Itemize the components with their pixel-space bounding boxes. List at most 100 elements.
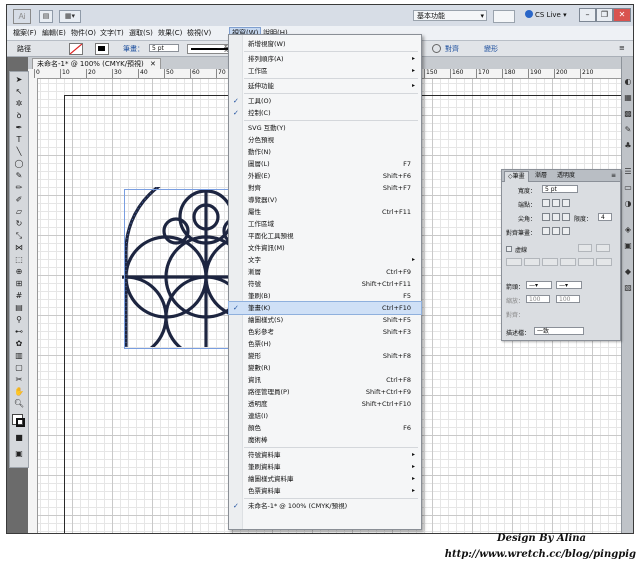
menu-object[interactable]: 物件(O): [69, 28, 98, 38]
blend-tool-icon[interactable]: ⊷: [13, 326, 25, 338]
limit-field[interactable]: 4: [598, 213, 612, 221]
align-outside-icon[interactable]: [562, 227, 570, 235]
window-menu-item[interactable]: 導覽器(V): [229, 194, 421, 206]
window-menu-item[interactable]: 繪圖樣式資料庫 ▸: [229, 473, 421, 485]
window-menu-item[interactable]: 繪圖樣式(S) Shift+F5: [229, 314, 421, 326]
window-menu-item[interactable]: 符號 Shift+Ctrl+F11: [229, 278, 421, 290]
menu-select[interactable]: 選取(S): [127, 28, 155, 38]
gradient-tool-icon[interactable]: ▤: [13, 302, 25, 314]
dash-align-icon[interactable]: [596, 244, 610, 252]
window-menu-item[interactable]: 筆刷資料庫 ▸: [229, 461, 421, 473]
minimize-button[interactable]: –: [579, 8, 596, 22]
window-menu-item[interactable]: 連結(I): [229, 410, 421, 422]
swatches-icon[interactable]: ▩: [623, 109, 633, 119]
tab-transparency[interactable]: 透明度: [554, 171, 578, 181]
symbol-sprayer-icon[interactable]: ✿: [13, 338, 25, 350]
window-menu-item[interactable]: 色票(H): [229, 338, 421, 350]
align-link[interactable]: 對齊: [445, 44, 459, 54]
appearance-icon[interactable]: ◈: [623, 225, 633, 235]
magic-wand-icon[interactable]: ✲: [13, 98, 25, 110]
color-modes-icon[interactable]: ■: [13, 432, 25, 444]
butt-cap-icon[interactable]: [542, 199, 550, 207]
gap-field-1[interactable]: [524, 258, 540, 266]
window-menu-item[interactable]: 色票資料庫 ▸: [229, 485, 421, 497]
menu-effect[interactable]: 效果(C): [156, 28, 184, 38]
cs-live-button[interactable]: CS Live ▾: [525, 10, 567, 19]
gap-field-3[interactable]: [596, 258, 612, 266]
window-menu-item[interactable]: 顏色 F6: [229, 422, 421, 434]
stroke-color-icon[interactable]: [16, 418, 25, 427]
artboards-icon[interactable]: ▧: [623, 283, 633, 293]
end-scale-field[interactable]: 100: [556, 295, 580, 303]
eyedropper-icon[interactable]: ⚲: [13, 314, 25, 326]
window-menu-item[interactable]: 筆刷(B) F5: [229, 290, 421, 302]
symbols-icon[interactable]: ♣: [623, 141, 633, 151]
stroke-weight-field[interactable]: 5 pt: [149, 44, 179, 52]
perspective-grid-icon[interactable]: ⊞: [13, 278, 25, 290]
ellipse-tool-icon[interactable]: ◯: [13, 158, 25, 170]
color-panel-icon[interactable]: ◐: [623, 77, 633, 87]
gap-field-2[interactable]: [560, 258, 576, 266]
vertical-ruler[interactable]: [28, 78, 38, 533]
column-graph-icon[interactable]: ▥: [13, 350, 25, 362]
layers-icon[interactable]: ◆: [623, 267, 633, 277]
search-field[interactable]: [493, 10, 515, 23]
window-menu-item[interactable]: 變數(R): [229, 362, 421, 374]
menu-file[interactable]: 檔案(F): [11, 28, 39, 38]
round-cap-icon[interactable]: [552, 199, 560, 207]
round-join-icon[interactable]: [552, 213, 560, 221]
dash-field-1[interactable]: [506, 258, 522, 266]
window-menu-item[interactable]: 排列順序(A) ▸: [229, 53, 421, 65]
direct-selection-tool-icon[interactable]: ↖: [13, 86, 25, 98]
workspace-switcher[interactable]: 基本功能: [413, 10, 487, 22]
window-menu-item[interactable]: 變形 Shift+F8: [229, 350, 421, 362]
window-menu-item[interactable]: 外觀(E) Shift+F6: [229, 170, 421, 182]
bevel-join-icon[interactable]: [562, 213, 570, 221]
window-menu-item[interactable]: 分色預視: [229, 134, 421, 146]
stroke-panel-icon[interactable]: ☰: [623, 167, 633, 177]
start-arrowhead-select[interactable]: —▾: [526, 281, 552, 289]
window-menu-item[interactable]: 工作區 ▸: [229, 65, 421, 77]
menu-view[interactable]: 檢視(V): [185, 28, 213, 38]
gradient-panel-icon[interactable]: ▭: [623, 183, 633, 193]
window-menu-item[interactable]: 文字 ▸: [229, 254, 421, 266]
hand-tool-icon[interactable]: ✋: [13, 386, 25, 398]
panel-options-icon[interactable]: ≡: [608, 171, 619, 181]
restore-button[interactable]: ❐: [596, 8, 613, 22]
window-menu-item[interactable]: ✓ 工具(O): [229, 95, 421, 107]
window-menu-item[interactable]: 路徑管理員(P) Shift+Ctrl+F9: [229, 386, 421, 398]
close-button[interactable]: ✕: [613, 8, 631, 22]
artboard-tool-icon[interactable]: ▢: [13, 362, 25, 374]
window-menu-item[interactable]: 魔術棒: [229, 434, 421, 446]
mesh-tool-icon[interactable]: #: [13, 290, 25, 302]
brushes-icon[interactable]: ✎: [623, 125, 633, 135]
scale-tool-icon[interactable]: ⤡: [13, 230, 25, 242]
window-menu-item[interactable]: 資訊 Ctrl+F8: [229, 374, 421, 386]
fill-swatch[interactable]: [69, 43, 83, 55]
align-inside-icon[interactable]: [552, 227, 560, 235]
align-center-icon[interactable]: [542, 227, 550, 235]
opacity-icon[interactable]: [432, 44, 441, 53]
window-menu-item[interactable]: 色彩參考 Shift+F3: [229, 326, 421, 338]
window-menu-item[interactable]: ✓ 未命名-1* @ 100% (CMYK/預視): [229, 500, 421, 512]
rotate-tool-icon[interactable]: ↻: [13, 218, 25, 230]
dash-preserve-icon[interactable]: [578, 244, 592, 252]
arrange-documents-icon[interactable]: ▦▾: [59, 10, 81, 23]
line-tool-icon[interactable]: ╲: [13, 146, 25, 158]
bridge-icon[interactable]: ▤: [39, 10, 53, 23]
dashed-line-checkbox[interactable]: [506, 246, 512, 252]
close-tab-icon[interactable]: ✕: [150, 60, 156, 68]
window-menu-item[interactable]: 工作區域: [229, 218, 421, 230]
tab-stroke[interactable]: ◇筆畫: [504, 171, 529, 182]
window-menu-item[interactable]: 透明度 Shift+Ctrl+F10: [229, 398, 421, 410]
graphic-styles-icon[interactable]: ▣: [623, 241, 633, 251]
color-guide-icon[interactable]: ▦: [623, 93, 633, 103]
selection-tool-icon[interactable]: ➤: [13, 74, 25, 86]
menu-edit[interactable]: 編輯(E): [40, 28, 68, 38]
blob-brush-icon[interactable]: ✐: [13, 194, 25, 206]
stroke-link-label[interactable]: 筆畫：: [123, 44, 144, 54]
screen-mode-icon[interactable]: ▣: [13, 448, 25, 460]
pencil-icon[interactable]: ✏: [13, 182, 25, 194]
window-menu-item[interactable]: 平面化工具預視: [229, 230, 421, 242]
window-menu-item[interactable]: 延伸功能 ▸: [229, 80, 421, 92]
